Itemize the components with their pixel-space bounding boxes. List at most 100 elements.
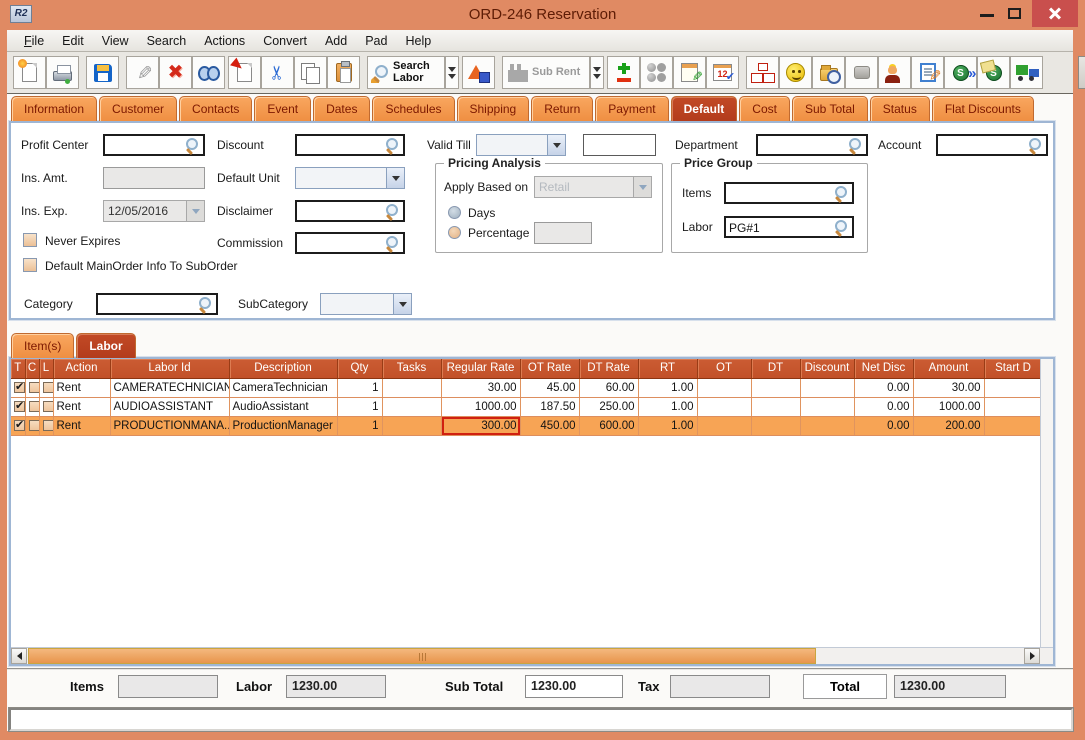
tab-status[interactable]: Status — [870, 96, 930, 121]
menu-view[interactable]: View — [93, 32, 138, 50]
c-checkbox[interactable] — [29, 401, 40, 412]
discount-field[interactable] — [295, 134, 405, 156]
table-row[interactable]: Rent CAMERATECHNICIAN CameraTechnician 1… — [11, 378, 1042, 397]
search-icon[interactable] — [835, 220, 850, 235]
l-checkbox[interactable] — [43, 401, 54, 412]
col-c[interactable]: C — [25, 359, 39, 378]
col-discount[interactable]: Discount — [800, 359, 854, 378]
search-labor-dropdown[interactable] — [445, 56, 459, 89]
save-button[interactable] — [86, 56, 119, 89]
sub-rent-dropdown[interactable] — [590, 56, 604, 89]
customer-service-button[interactable] — [779, 56, 812, 89]
tab-cost[interactable]: Cost — [739, 96, 790, 121]
menu-search[interactable]: Search — [138, 32, 196, 50]
l-checkbox[interactable] — [43, 420, 54, 431]
grid-horizontal-scrollbar[interactable] — [11, 647, 1053, 664]
search-icon[interactable] — [386, 204, 401, 219]
ins-exp-date-combo[interactable]: 12/05/2016 — [103, 200, 205, 222]
chevron-down-icon[interactable] — [386, 168, 404, 188]
menu-help[interactable]: Help — [396, 32, 440, 50]
new-order-button[interactable] — [13, 56, 46, 89]
calendar-button[interactable]: 12 — [706, 56, 739, 89]
tab-customer[interactable]: Customer — [99, 96, 177, 121]
col-action[interactable]: Action — [53, 359, 110, 378]
tab-default[interactable]: Default — [671, 96, 738, 121]
search-icon[interactable] — [835, 186, 850, 201]
menu-convert[interactable]: Convert — [254, 32, 316, 50]
minimize-button[interactable] — [980, 14, 994, 17]
c-checkbox[interactable] — [29, 420, 40, 431]
table-row[interactable]: Rent AUDIOASSISTANT AudioAssistant 1 100… — [11, 397, 1042, 416]
selected-cell[interactable]: 300.00 — [441, 416, 520, 435]
search-icon[interactable] — [849, 138, 864, 153]
tab-labor[interactable]: Labor — [76, 333, 135, 358]
close-button[interactable] — [1032, 0, 1078, 27]
c-checkbox[interactable] — [29, 382, 40, 393]
commission-field[interactable] — [295, 232, 405, 254]
t-checkbox[interactable] — [14, 401, 25, 412]
maximize-button[interactable] — [1008, 8, 1021, 19]
subcategory-combo[interactable] — [320, 293, 412, 315]
table-row-selected[interactable]: Rent PRODUCTIONMANA... ProductionManager… — [11, 416, 1042, 435]
copy-order-button[interactable] — [228, 56, 261, 89]
disclaimer-field[interactable] — [295, 200, 405, 222]
percentage-radio[interactable] — [448, 226, 461, 239]
scrollbar-thumb[interactable] — [28, 648, 816, 664]
chevron-down-icon[interactable] — [393, 294, 411, 314]
search-icon[interactable] — [186, 138, 201, 153]
col-dt[interactable]: DT — [751, 359, 800, 378]
history-button[interactable] — [812, 56, 845, 89]
cut-button[interactable]: ✂ — [261, 56, 294, 89]
flash-button[interactable]: ϟ — [1078, 56, 1085, 89]
scroll-left-button[interactable] — [11, 648, 27, 664]
t-checkbox[interactable] — [14, 420, 25, 431]
col-regular-rate[interactable]: Regular Rate — [441, 359, 520, 378]
shapes-button[interactable] — [462, 56, 495, 89]
valid-till-combo[interactable] — [476, 134, 566, 156]
days-radio[interactable] — [448, 206, 461, 219]
menu-file[interactable]: File — [15, 32, 53, 50]
valid-till-extra-field[interactable] — [583, 134, 656, 156]
chevron-down-icon[interactable] — [547, 135, 565, 155]
invoice-forward-button[interactable]: S — [944, 56, 977, 89]
tab-dates[interactable]: Dates — [313, 96, 370, 121]
col-rt[interactable]: RT — [638, 359, 697, 378]
tab-contacts[interactable]: Contacts — [179, 96, 252, 121]
default-unit-combo[interactable] — [295, 167, 405, 189]
paste-button[interactable] — [327, 56, 360, 89]
t-checkbox[interactable] — [14, 382, 25, 393]
menu-pad[interactable]: Pad — [356, 32, 396, 50]
sub-rent-button[interactable]: Sub Rent — [502, 56, 590, 89]
edit-document-button[interactable] — [911, 56, 944, 89]
find-button[interactable] — [192, 56, 225, 89]
department-field[interactable] — [756, 134, 868, 156]
copy-button[interactable] — [294, 56, 327, 89]
tab-information[interactable]: Information — [11, 96, 97, 121]
search-labor-button[interactable]: Search Labor — [367, 56, 445, 89]
col-amount[interactable]: Amount — [913, 359, 984, 378]
price-group-labor-field[interactable]: PG#1 — [724, 216, 854, 238]
grid-vertical-scrollbar[interactable] — [1040, 359, 1053, 647]
availability-button[interactable] — [640, 56, 673, 89]
menu-add[interactable]: Add — [316, 32, 356, 50]
never-expires-checkbox[interactable] — [23, 233, 37, 247]
org-chart-button[interactable] — [746, 56, 779, 89]
tab-items[interactable]: Item(s) — [11, 333, 74, 358]
col-ot[interactable]: OT — [697, 359, 751, 378]
col-dt-rate[interactable]: DT Rate — [579, 359, 638, 378]
col-t[interactable]: T — [11, 359, 25, 378]
col-ot-rate[interactable]: OT Rate — [520, 359, 579, 378]
shipping-button[interactable] — [1010, 56, 1043, 89]
menu-actions[interactable]: Actions — [195, 32, 254, 50]
price-group-items-field[interactable] — [724, 182, 854, 204]
col-description[interactable]: Description — [229, 359, 337, 378]
tab-payment[interactable]: Payment — [595, 96, 668, 121]
edit-button[interactable]: ✎ — [126, 56, 159, 89]
package-button[interactable] — [845, 56, 878, 89]
col-labor-id[interactable]: Labor Id — [110, 359, 229, 378]
search-icon[interactable] — [199, 297, 214, 312]
profit-center-field[interactable] — [103, 134, 205, 156]
print-button[interactable] — [46, 56, 79, 89]
tab-schedules[interactable]: Schedules — [372, 96, 454, 121]
crew-button[interactable] — [878, 56, 911, 89]
